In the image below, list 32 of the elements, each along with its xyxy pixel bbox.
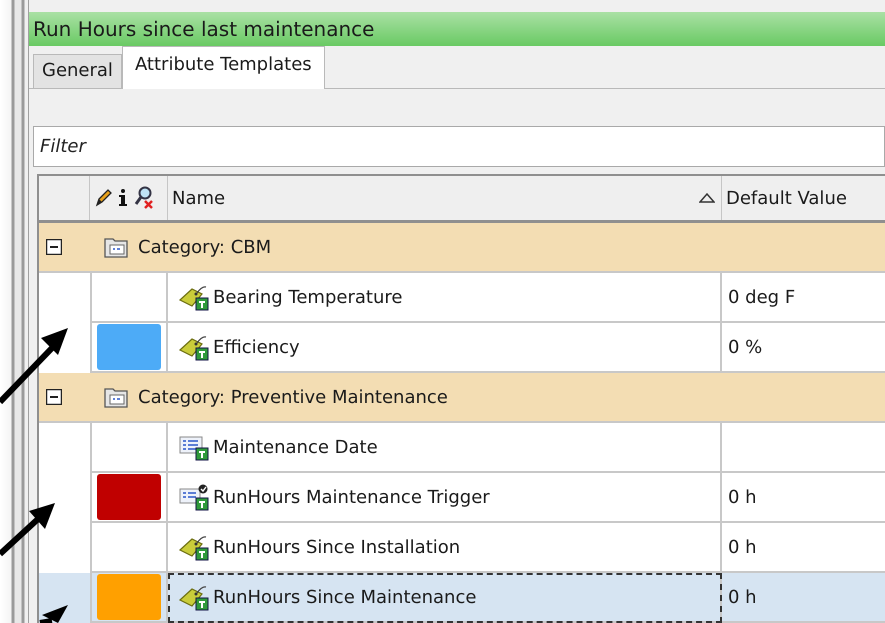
- collapse-icon[interactable]: [46, 239, 62, 255]
- column-header[interactable]: Default Value: [726, 184, 847, 212]
- annotation-arrow: [0, 503, 55, 556]
- tag-icon: [178, 284, 209, 310]
- tab[interactable]: Attribute Templates: [122, 46, 325, 89]
- collapse-icon[interactable]: [46, 389, 62, 405]
- attribute-name[interactable]: Efficiency: [213, 334, 300, 360]
- category-label: Category: CBM: [138, 236, 272, 260]
- default-value: 0 h: [728, 486, 757, 510]
- tag-icon: [178, 534, 209, 560]
- info-icon: [118, 188, 128, 208]
- list-icon: [178, 434, 209, 460]
- window-title: Run Hours since last maintenance: [29, 12, 885, 46]
- search-remove-icon: [134, 186, 154, 210]
- attribute-name[interactable]: RunHours Maintenance Trigger: [213, 484, 490, 510]
- attribute-name[interactable]: Maintenance Date: [213, 434, 378, 460]
- attribute-name[interactable]: RunHours Since Maintenance: [213, 584, 476, 610]
- default-value: 0 %: [728, 336, 762, 360]
- default-value: 0 h: [728, 536, 757, 560]
- default-value: 0 deg F: [728, 286, 796, 310]
- default-value: 0 h: [728, 586, 757, 610]
- attribute-name[interactable]: Bearing Temperature: [213, 284, 402, 310]
- filter-field[interactable]: Filter: [33, 126, 885, 167]
- category-label: Category: Preventive Maintenance: [138, 386, 448, 410]
- tag-icon: [178, 584, 209, 610]
- list-check-icon: [178, 484, 209, 510]
- annotation-arrow: [40, 605, 68, 623]
- tab[interactable]: General: [33, 54, 122, 88]
- column-header[interactable]: Name: [172, 184, 226, 212]
- attribute-name[interactable]: RunHours Since Installation: [213, 534, 460, 560]
- tag-icon: [178, 334, 209, 360]
- pencil-icon: [94, 188, 112, 208]
